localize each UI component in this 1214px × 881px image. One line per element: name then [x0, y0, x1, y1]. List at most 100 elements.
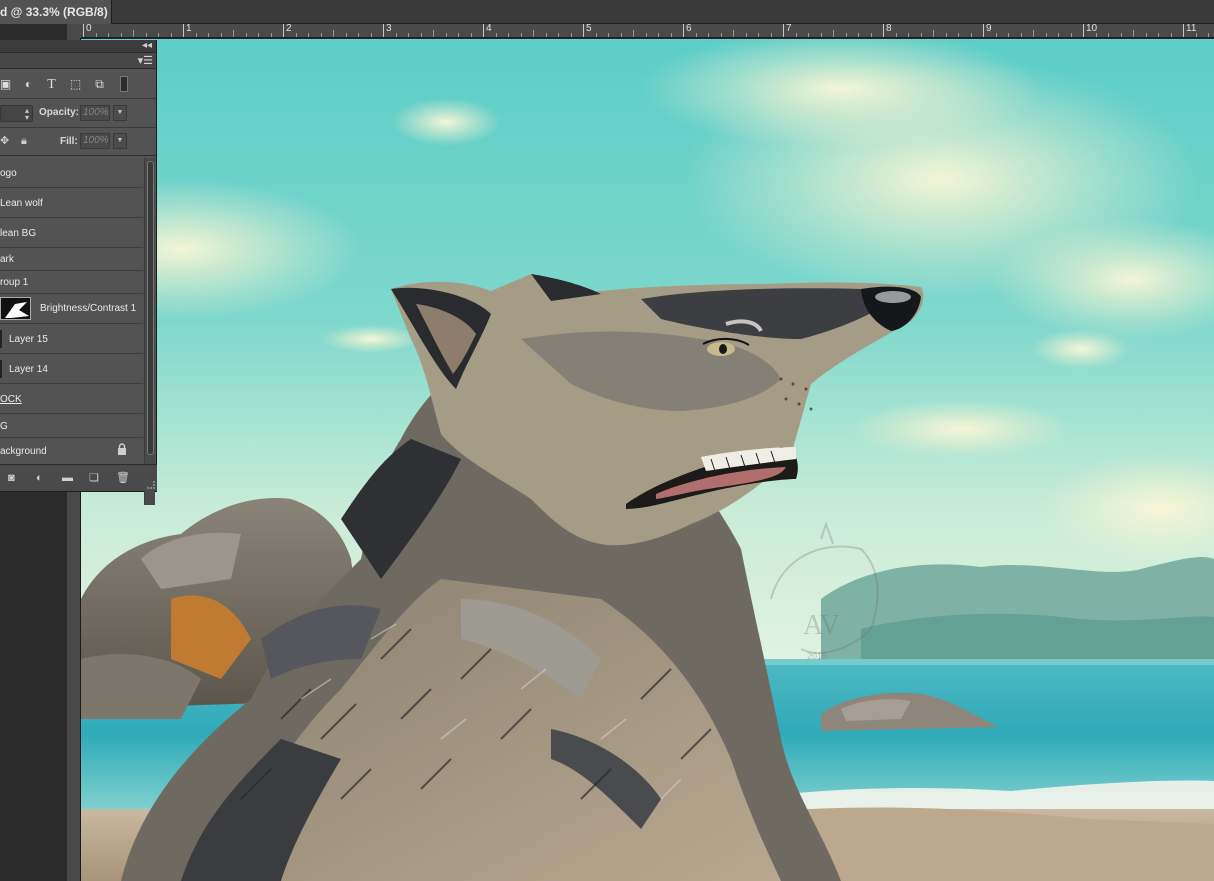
ruler-minor-tick [1170, 33, 1172, 37]
layer-row-lean-bg[interactable]: lean BG [0, 218, 143, 248]
fill-dropdown-icon[interactable]: ▼ [113, 133, 127, 149]
ruler-minor-tick [958, 33, 959, 37]
ruler-minor-tick [570, 33, 572, 37]
ruler-minor-tick [1033, 30, 1034, 37]
ruler-minor-tick [258, 33, 259, 37]
layer-row-group-1[interactable]: roup 1 [0, 271, 143, 294]
ruler-minor-tick [420, 33, 422, 37]
layer-row-rock[interactable]: OCK [0, 384, 143, 414]
ruler-minor-tick [758, 33, 759, 37]
layer-name: ark [0, 254, 14, 265]
ruler-minor-tick [808, 33, 809, 37]
layers-panel: ◂◂ ▾☰ ▣ ◐ T ⬚ ⧉ ▴ ▾ Opacity: 100% ▼ ✥ 🔒︎ … [0, 40, 157, 505]
ruler-minor-tick [1108, 33, 1109, 37]
ruler-minor-tick [433, 30, 434, 37]
panel-resize-grip[interactable] [147, 481, 155, 489]
add-mask-icon[interactable]: ◙ [8, 471, 15, 485]
lock-all-icon[interactable]: 🔒︎ [21, 134, 27, 148]
fill-label: Fill: [60, 136, 78, 147]
lock-position-icon[interactable]: ✥ [0, 134, 9, 148]
layer-row-logo[interactable]: ogo [0, 158, 143, 188]
ruler-major-tick [1183, 24, 1184, 37]
shape-filter-icon[interactable]: ⬚ [68, 77, 83, 92]
new-layer-icon[interactable]: ❏ [89, 471, 99, 485]
document-tab-bar: d @ 33.3% (RGB/8) * [0, 0, 1214, 24]
layer-name: ackground [0, 446, 47, 457]
layer-row-brightness-contrast[interactable]: Brightness/Contrast 1 [0, 294, 143, 324]
opacity-label: Opacity: [39, 107, 80, 118]
clip-indicator [0, 330, 2, 348]
ruler-minor-tick [295, 33, 297, 37]
smart-object-filter-icon[interactable]: ⧉ [92, 77, 107, 92]
ruler-major-tick [783, 24, 784, 37]
layer-name: roup 1 [0, 277, 29, 288]
ruler-minor-tick [820, 33, 822, 37]
document-tab-title: d @ 33.3% (RGB/8) * [0, 5, 112, 19]
delete-layer-trash-icon[interactable]: 🗑︎ [116, 471, 130, 485]
panel-tab-strip: ▾☰ [0, 53, 156, 69]
layer-row-background[interactable]: ackground [0, 438, 143, 465]
ruler-minor-tick [733, 30, 734, 37]
blend-spinner-icon: ▴ ▾ [24, 106, 29, 122]
adjustment-filter-icon[interactable]: ◐ [21, 77, 36, 92]
ruler-minor-tick [970, 33, 972, 37]
ruler-tick-label: 2 [286, 24, 292, 34]
ruler-minor-tick [945, 33, 947, 37]
ruler-minor-tick [1095, 33, 1097, 37]
ruler-minor-tick [1045, 33, 1047, 37]
layers-scrollbar[interactable] [144, 158, 155, 505]
panel-header: ◂◂ [0, 40, 156, 53]
new-group-folder-icon[interactable]: ▬ [62, 471, 73, 485]
layer-row-dark[interactable]: ark [0, 248, 143, 271]
layer-row-bg[interactable]: G [0, 414, 143, 438]
ruler-minor-tick [645, 33, 647, 37]
ruler-major-tick [883, 24, 884, 37]
ruler-minor-tick [158, 33, 159, 37]
opacity-dropdown-icon[interactable]: ▼ [113, 105, 127, 121]
scrollbar-thumb[interactable] [147, 161, 154, 455]
new-adjustment-layer-icon[interactable]: ◐ [36, 471, 43, 485]
layer-list: ogo Lean wolf lean BG ark roup 1 Brightn… [0, 158, 143, 505]
layer-name: OCK [0, 394, 22, 405]
ruler-minor-tick [345, 33, 347, 37]
ruler-minor-tick [470, 33, 472, 37]
ruler-minor-tick [658, 33, 659, 37]
document-canvas[interactable]: AV 2015 [81, 39, 1214, 881]
panel-menu-icon[interactable]: ▾☰ [138, 55, 153, 67]
ruler-minor-tick [845, 33, 847, 37]
horizontal-ruler[interactable]: 0 1 2 3 4 5 6 7 8 9 10 11 [81, 24, 1214, 38]
ruler-minor-tick [308, 33, 309, 37]
ruler-minor-tick [408, 33, 409, 37]
image-filter-icon[interactable]: ▣ [0, 77, 13, 92]
ruler-minor-tick [1158, 33, 1159, 37]
clip-indicator [0, 360, 2, 378]
ruler-minor-tick [145, 33, 147, 37]
lock-fill-row: ✥ 🔒︎ Fill: 100% ▼ [0, 128, 156, 156]
layer-row-layer-15[interactable]: Layer 15 [0, 324, 143, 354]
blend-mode-select[interactable]: ▴ ▾ [0, 105, 33, 122]
fill-field[interactable]: 100% [80, 133, 110, 149]
filter-toggle-switch[interactable] [120, 76, 128, 92]
ruler-minor-tick [370, 33, 372, 37]
opacity-field[interactable]: 100% [80, 105, 110, 121]
ruler-minor-tick [858, 33, 859, 37]
ruler-major-tick [383, 24, 384, 37]
ruler-minor-tick [1195, 33, 1197, 37]
ruler-minor-tick [670, 33, 672, 37]
document-tab[interactable]: d @ 33.3% (RGB/8) * [0, 0, 112, 24]
layer-row-layer-14[interactable]: Layer 14 [0, 354, 143, 384]
ruler-minor-tick [195, 33, 197, 37]
type-filter-icon[interactable]: T [44, 77, 59, 92]
ruler-minor-tick [1208, 33, 1209, 37]
ruler-minor-tick [233, 30, 234, 37]
ruler-minor-tick [695, 33, 697, 37]
background-lock-icon [118, 443, 126, 455]
ruler-minor-tick [95, 33, 97, 37]
collapse-panel-icon[interactable]: ◂◂ [142, 40, 152, 52]
layer-row-lean-wolf[interactable]: Lean wolf [0, 188, 143, 218]
ruler-minor-tick [270, 33, 272, 37]
layer-name: ogo [0, 168, 17, 179]
ruler-minor-tick [620, 33, 622, 37]
ruler-minor-tick [445, 33, 447, 37]
ruler-minor-tick [133, 30, 134, 37]
